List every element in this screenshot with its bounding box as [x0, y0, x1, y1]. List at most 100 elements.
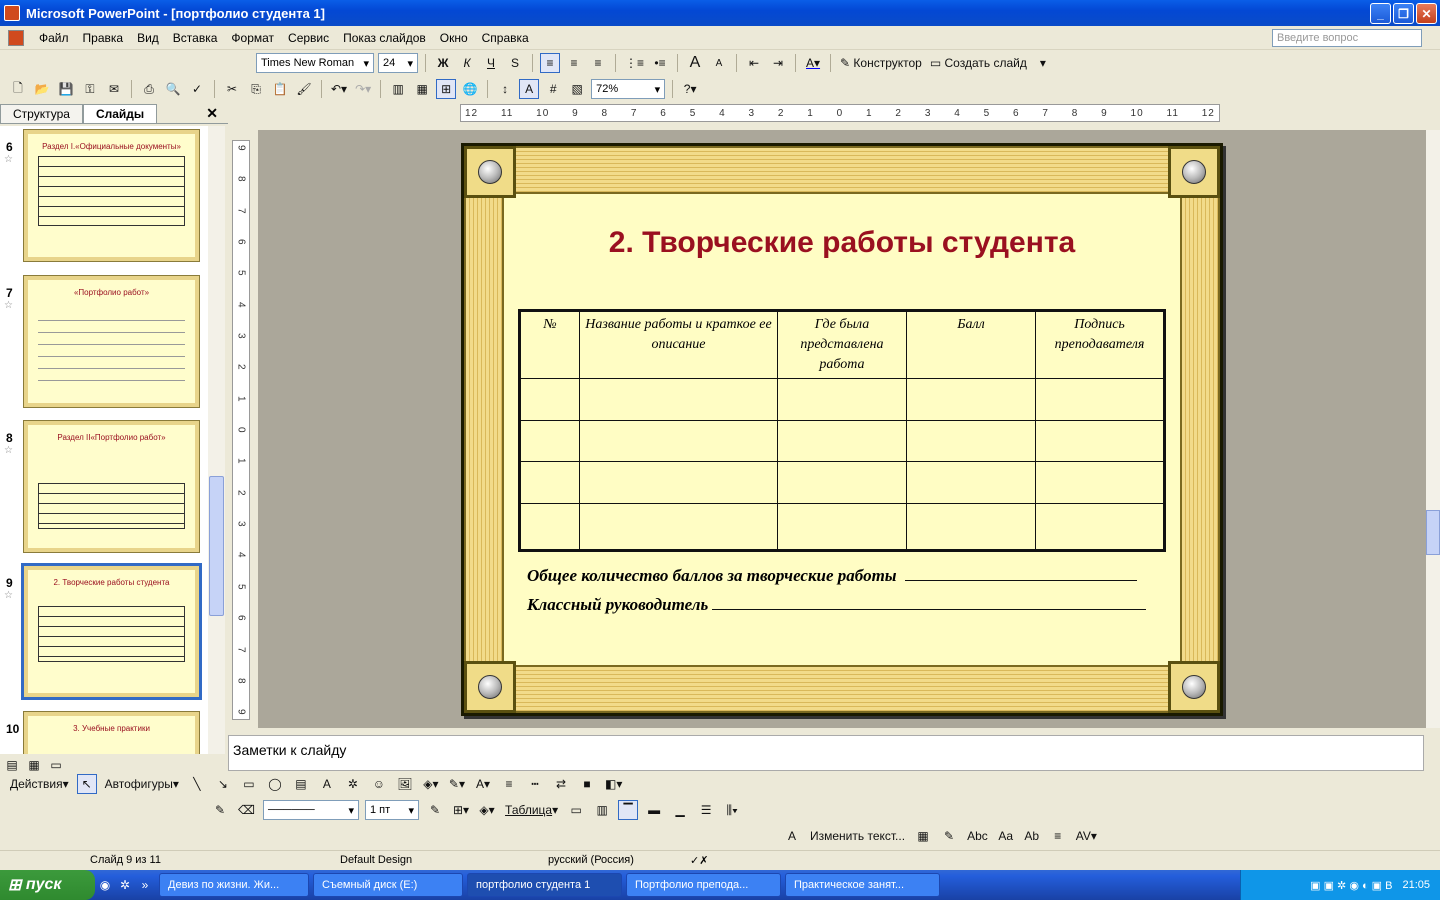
tray-icons[interactable]: ▣ ▣ ✲ ◉ ◐ ▣ B: [1310, 879, 1392, 892]
task-powerpoint-active[interactable]: портфолио студента 1: [467, 873, 622, 897]
spelling-icon[interactable]: ✓: [187, 79, 207, 99]
canvas-scrollbar[interactable]: [1426, 130, 1440, 728]
menu-insert[interactable]: Вставка: [166, 31, 225, 45]
line-style-icon[interactable]: ≡: [499, 774, 519, 794]
redo-icon[interactable]: ↷▾: [353, 79, 373, 99]
decrease-font-icon[interactable]: A: [709, 53, 729, 73]
new-slide-button[interactable]: ▭ Создать слайд: [928, 53, 1029, 73]
task-browser[interactable]: Девиз по жизни. Жи...: [159, 873, 309, 897]
border-color-icon[interactable]: ✎: [425, 800, 445, 820]
document-icon[interactable]: [8, 29, 24, 46]
wordart-icon[interactable]: A: [317, 774, 337, 794]
border-width-combo[interactable]: 1 пт ▾: [364, 800, 419, 820]
font-color-icon[interactable]: A▾: [803, 53, 823, 73]
shadow-button[interactable]: S: [505, 53, 525, 73]
copy-icon[interactable]: ⎘: [246, 79, 266, 99]
menu-format[interactable]: Формат: [224, 31, 281, 45]
italic-button[interactable]: К: [457, 53, 477, 73]
menu-help[interactable]: Справка: [475, 31, 536, 45]
tab-slides[interactable]: Слайды: [82, 104, 158, 123]
toolbar-options-icon[interactable]: ▾: [1033, 53, 1053, 73]
undo-icon[interactable]: ↶▾: [329, 79, 349, 99]
save-icon[interactable]: 💾: [56, 79, 76, 99]
align-right-icon[interactable]: ≡: [588, 53, 608, 73]
header-score[interactable]: Балл: [906, 310, 1036, 379]
color-grayscale-icon[interactable]: ▧: [567, 79, 587, 99]
arrow-icon[interactable]: ↘: [213, 774, 233, 794]
distribute-cols-icon[interactable]: ⫼▾: [722, 800, 742, 820]
textbox-icon[interactable]: ▤: [291, 774, 311, 794]
actions-menu[interactable]: Действия ▾: [8, 774, 71, 794]
decrease-indent-icon[interactable]: ⇤: [744, 53, 764, 73]
line-icon[interactable]: ╲: [187, 774, 207, 794]
vertical-ruler[interactable]: 9 8 7 6 5 4 3 2 1 0 1 2 3 4 5 6 7 8 9: [232, 140, 250, 720]
increase-indent-icon[interactable]: ⇥: [768, 53, 788, 73]
borders-icon[interactable]: ⊞▾: [451, 800, 471, 820]
wordart-gallery-icon[interactable]: ▦: [913, 826, 933, 846]
font-color-draw-icon[interactable]: A▾: [473, 774, 493, 794]
insert-table-icon[interactable]: ▦: [412, 79, 432, 99]
footer-total-score[interactable]: Общее количество баллов за творческие ра…: [527, 566, 1138, 586]
bullets-icon[interactable]: •≡: [650, 53, 670, 73]
close-window-button[interactable]: ✕: [1416, 3, 1437, 24]
footer-class-teacher[interactable]: Классный руководитель: [527, 595, 1147, 615]
alignment-icon[interactable]: ≡: [1048, 826, 1068, 846]
increase-font-icon[interactable]: A: [685, 53, 705, 73]
clipart-icon[interactable]: ☺: [369, 774, 389, 794]
show-formatting-icon[interactable]: A: [519, 79, 540, 99]
horizontal-ruler[interactable]: 12 11 10 9 8 7 6 5 4 3 2 1 0 1 2 3 4 5 6 7 8 9 10 11 12: [460, 104, 1220, 122]
task-word[interactable]: Практическое занят...: [785, 873, 940, 897]
dash-style-icon[interactable]: ┅: [525, 774, 545, 794]
zoom-combo[interactable]: 72% ▾: [591, 79, 666, 99]
show-grid-icon[interactable]: #: [543, 79, 563, 99]
align-bottom-icon[interactable]: ▁: [670, 800, 690, 820]
font-size-combo[interactable]: 24 ▾: [378, 53, 418, 73]
print-icon[interactable]: ⎙: [139, 79, 159, 99]
numbering-icon[interactable]: ⋮≡: [623, 53, 646, 73]
align-middle-icon[interactable]: ▬: [644, 800, 664, 820]
menu-slideshow[interactable]: Показ слайдов: [336, 31, 433, 45]
designer-button[interactable]: ✎ Конструктор: [838, 53, 924, 73]
edit-text-button[interactable]: Изменить текст...: [808, 826, 907, 846]
quicklaunch-chrome-icon[interactable]: ◉: [95, 875, 115, 895]
cut-icon[interactable]: ✂: [222, 79, 242, 99]
scroll-thumb[interactable]: [1426, 510, 1440, 555]
slide[interactable]: 2. Творческие работы студента № Название…: [461, 143, 1223, 716]
header-where[interactable]: Где была представлена работа: [777, 310, 907, 379]
slide-title[interactable]: 2. Творческие работы студента: [464, 226, 1220, 260]
distribute-rows-icon[interactable]: ☰: [696, 800, 716, 820]
task-removable-disk[interactable]: Съемный диск (E:): [313, 873, 463, 897]
char-spacing-icon[interactable]: AV▾: [1074, 826, 1099, 846]
close-pane-icon[interactable]: ✕: [206, 105, 218, 122]
eraser-icon[interactable]: ⌫: [236, 800, 257, 820]
3d-style-icon[interactable]: ◧▾: [603, 774, 624, 794]
open-folder-icon[interactable]: 📂: [32, 79, 52, 99]
header-title[interactable]: Название работы и краткое ее описание: [579, 310, 778, 379]
merge-cells-icon[interactable]: ▭: [566, 800, 586, 820]
thumbnails-scrollbar[interactable]: [208, 126, 225, 754]
scroll-thumb[interactable]: [209, 476, 224, 616]
task-powerpoint-2[interactable]: Портфолио препода...: [626, 873, 781, 897]
powerpoint-app-icon[interactable]: [4, 5, 20, 21]
arrow-style-icon[interactable]: ⇄: [551, 774, 571, 794]
format-wordart-icon[interactable]: ✎: [939, 826, 959, 846]
permission-icon[interactable]: ⚿: [80, 79, 100, 99]
border-style-combo[interactable]: ────── ▾: [262, 800, 359, 820]
header-number[interactable]: №: [519, 310, 580, 379]
wordart-shape-icon[interactable]: Abc: [965, 826, 990, 846]
hyperlink-icon[interactable]: 🌐: [460, 79, 480, 99]
restore-button[interactable]: ❐: [1393, 3, 1414, 24]
autoshapes-menu[interactable]: Автофигуры ▾: [103, 774, 181, 794]
start-button[interactable]: ⊞ пуск: [0, 870, 95, 900]
fill-color-icon[interactable]: ◈▾: [421, 774, 441, 794]
same-letter-heights-icon[interactable]: Aa: [996, 826, 1016, 846]
paste-icon[interactable]: 📋: [270, 79, 290, 99]
underline-button[interactable]: Ч: [481, 53, 501, 73]
quicklaunch-icon[interactable]: ✲: [115, 875, 135, 895]
bold-button[interactable]: Ж: [433, 53, 453, 73]
print-preview-icon[interactable]: 🔍: [163, 79, 183, 99]
shadow-style-icon[interactable]: ■: [577, 774, 597, 794]
font-name-combo[interactable]: Times New Roman ▾: [256, 53, 374, 73]
email-icon[interactable]: ✉: [104, 79, 124, 99]
picture-icon[interactable]: 🖼: [395, 774, 415, 794]
